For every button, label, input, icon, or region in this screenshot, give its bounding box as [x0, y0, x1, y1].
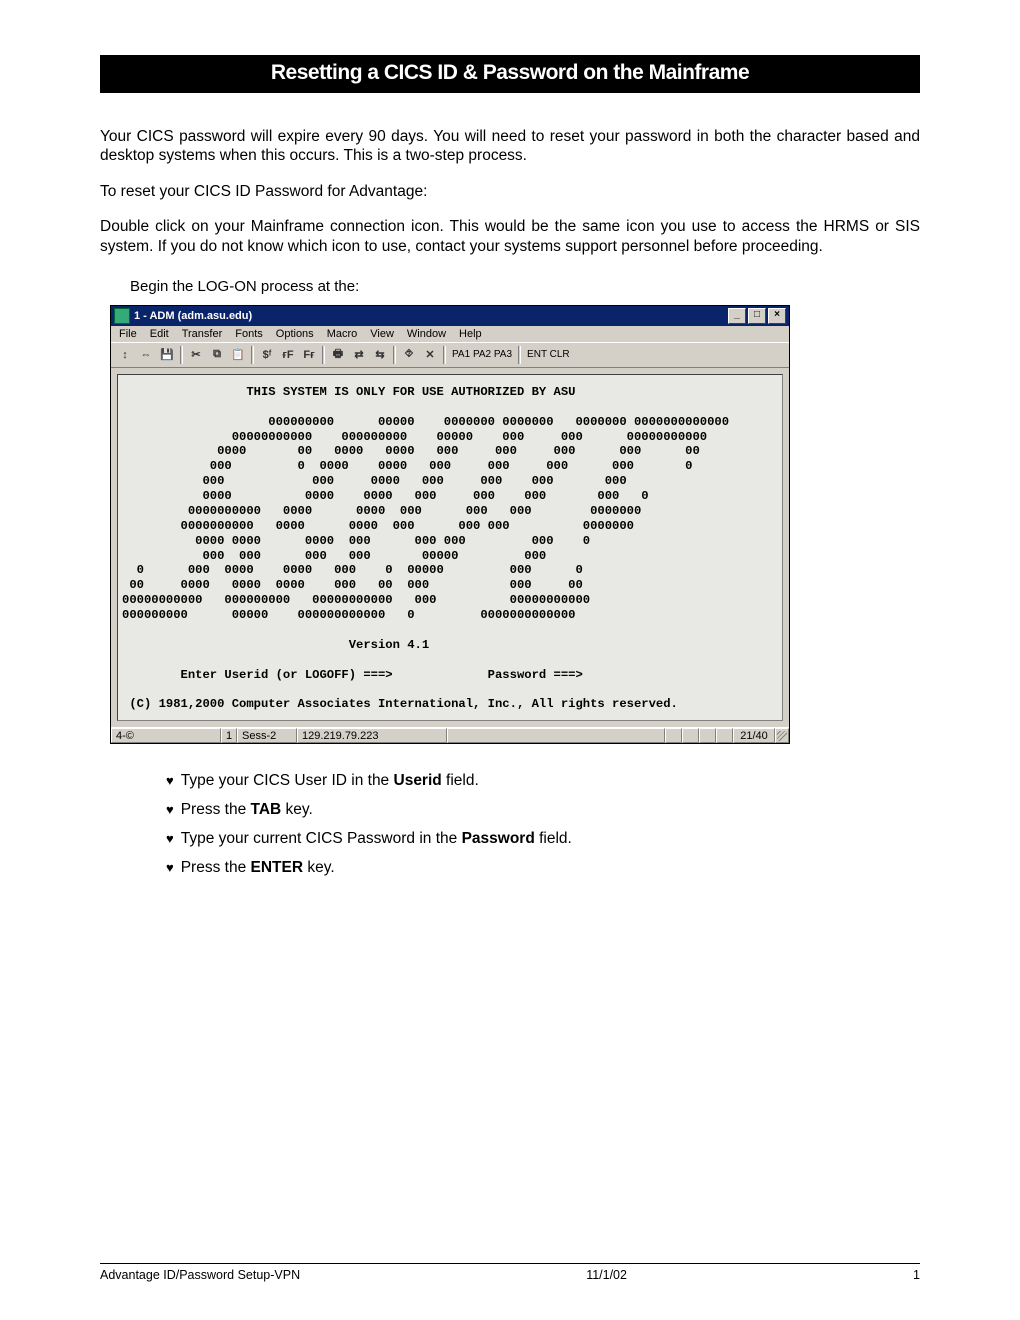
transfer-icon[interactable]: ⇆ [370, 345, 390, 365]
menu-macro[interactable]: Macro [327, 328, 358, 340]
begin-logon-text: Begin the LOG-ON process at the: [130, 278, 920, 295]
status-ip: 129.219.79.223 [297, 728, 447, 743]
status-sess-label: Sess-2 [237, 728, 297, 743]
instruction-item: Press the TAB key. [166, 801, 920, 819]
menu-options[interactable]: Options [276, 328, 314, 340]
menu-view[interactable]: View [370, 328, 394, 340]
status-bar: 4-© 1 Sess-2 129.219.79.223 21/40 [111, 727, 789, 743]
font-icon[interactable]: ғF [278, 345, 298, 365]
toolbar-icon[interactable]: ↕ [115, 345, 135, 365]
status-indicator [682, 728, 699, 743]
transfer-icon[interactable]: ⇄ [349, 345, 369, 365]
paste-icon[interactable]: 📋 [228, 345, 248, 365]
instruction-item: Type your CICS User ID in the Userid fie… [166, 772, 920, 790]
window-title: 1 - ADM (adm.asu.edu) [134, 310, 728, 322]
status-left: 4-© [111, 728, 221, 743]
footer-right: 1 [913, 1268, 920, 1282]
menu-edit[interactable]: Edit [150, 328, 169, 340]
menu-fonts[interactable]: Fonts [235, 328, 263, 340]
status-indicator [699, 728, 716, 743]
status-sess-num: 1 [221, 728, 237, 743]
help-icon[interactable]: ⯑ [399, 345, 419, 365]
toolbar-pa-keys[interactable]: PA1 PA2 PA3 [449, 349, 515, 360]
status-indicator [665, 728, 682, 743]
footer-left: Advantage ID/Password Setup-VPN [100, 1268, 300, 1282]
page-footer: Advantage ID/Password Setup-VPN 11/1/02 … [100, 1268, 920, 1282]
status-spacer [447, 728, 665, 743]
menu-window[interactable]: Window [407, 328, 446, 340]
toolbar-ent-clr[interactable]: ENT CLR [524, 349, 573, 360]
menu-help[interactable]: Help [459, 328, 482, 340]
maximize-button[interactable]: □ [748, 308, 766, 324]
mainframe-window: 1 - ADM (adm.asu.edu) _ □ × File Edit Tr… [110, 305, 790, 744]
window-titlebar: 1 - ADM (adm.asu.edu) _ □ × [111, 306, 789, 326]
close-button[interactable]: × [768, 308, 786, 324]
footer-rule [100, 1263, 920, 1264]
toolbar: ↕ ⇔ 💾 ✂ ⧉ 📋 $ᶠ ғF Fғ 🖶 ⇄ ⇆ ⯑ ✕ PA1 PA2 P… [111, 342, 789, 368]
instruction-item: Press the ENTER key. [166, 859, 920, 877]
toolbar-icon[interactable]: ⇔ [136, 345, 156, 365]
status-cursor-pos: 21/40 [733, 728, 775, 743]
instruction-item: Type your current CICS Password in the P… [166, 830, 920, 848]
menu-transfer[interactable]: Transfer [182, 328, 223, 340]
cut-icon[interactable]: ✂ [186, 345, 206, 365]
app-icon [114, 308, 130, 324]
document-title: Resetting a CICS ID & Password on the Ma… [100, 55, 920, 93]
font-icon[interactable]: Fғ [299, 345, 319, 365]
terminal-screen[interactable]: THIS SYSTEM IS ONLY FOR USE AUTHORIZED B… [117, 374, 783, 721]
cancel-icon[interactable]: ✕ [420, 345, 440, 365]
intro-paragraph-3: Double click on your Mainframe connectio… [100, 217, 920, 256]
footer-center: 11/1/02 [586, 1268, 627, 1282]
menu-bar: File Edit Transfer Fonts Options Macro V… [111, 326, 789, 342]
resize-grip-icon[interactable] [775, 728, 789, 743]
save-icon[interactable]: 💾 [157, 345, 177, 365]
print-icon[interactable]: 🖶 [328, 345, 348, 365]
font-icon[interactable]: $ᶠ [257, 345, 277, 365]
copy-icon[interactable]: ⧉ [207, 345, 227, 365]
menu-file[interactable]: File [119, 328, 137, 340]
intro-paragraph-1: Your CICS password will expire every 90 … [100, 127, 920, 166]
minimize-button[interactable]: _ [728, 308, 746, 324]
intro-paragraph-2: To reset your CICS ID Password for Advan… [100, 182, 920, 201]
instruction-list: Type your CICS User ID in the Userid fie… [126, 772, 920, 877]
status-indicator [716, 728, 733, 743]
